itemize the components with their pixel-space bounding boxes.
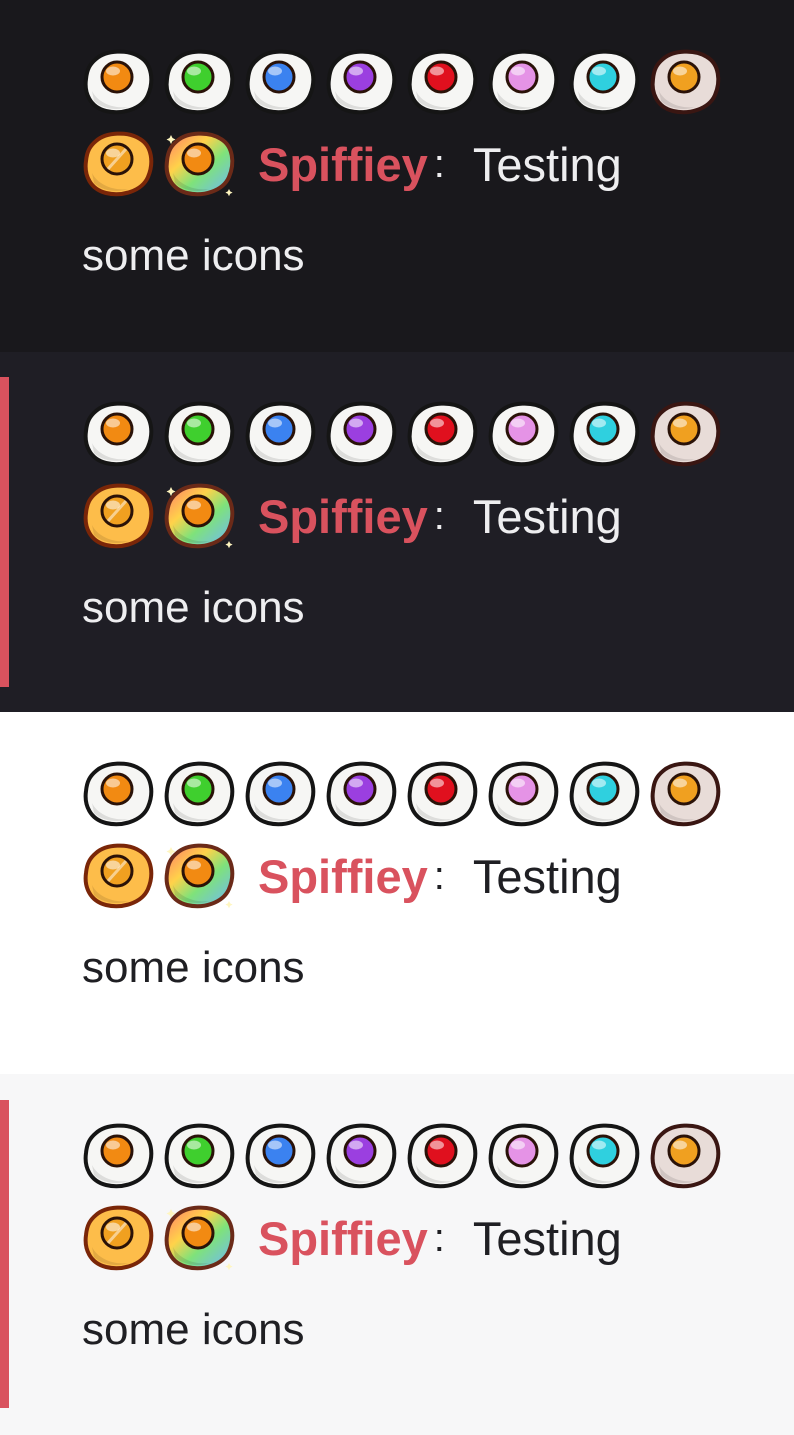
orange-egg-icon (83, 49, 154, 115)
pink-egg-icon (488, 401, 559, 467)
blue-egg-icon (245, 49, 316, 115)
red-egg-icon (407, 761, 478, 827)
green-egg-icon (164, 49, 235, 115)
badge-and-name-row: Spiffiey: Testing (82, 480, 622, 552)
blue-egg-icon (245, 1123, 316, 1189)
red-egg-icon (407, 401, 478, 467)
message-text: Testing (472, 489, 622, 543)
orange-egg-icon (83, 761, 154, 827)
burnt-egg-icon (650, 49, 721, 115)
red-egg-icon (407, 49, 478, 115)
message-text-continued: some icons (82, 583, 305, 632)
cyan-egg-icon (569, 761, 640, 827)
orange-egg-icon (83, 1123, 154, 1189)
message-text: Testing (472, 849, 622, 903)
purple-egg-icon (326, 761, 397, 827)
badge-and-name-row: Spiffiey: Testing (82, 1202, 622, 1274)
chat-message-light-highlighted: Spiffiey: Testing some icons (0, 1074, 794, 1435)
highlight-accent-bar (0, 1100, 9, 1408)
message-separator: : (433, 493, 445, 538)
username[interactable]: Spiffiey (258, 849, 428, 904)
burnt-egg-icon (650, 1123, 721, 1189)
blue-egg-icon (245, 761, 316, 827)
username[interactable]: Spiffiey (258, 1211, 428, 1266)
rainbow-egg-icon (164, 131, 235, 197)
badge-and-name-row: Spiffiey: Testing (82, 840, 622, 912)
message-separator: : (433, 1215, 445, 1260)
pink-egg-icon (488, 1123, 559, 1189)
rainbow-egg-icon (164, 843, 235, 909)
badge-row (82, 47, 723, 119)
badge-and-name-row: Spiffiey: Testing (82, 128, 622, 200)
chat-message-light: Spiffiey: Testing some icons (0, 712, 794, 1074)
purple-egg-icon (326, 401, 397, 467)
burnt-egg-icon (650, 761, 721, 827)
golden-egg-icon (83, 131, 154, 197)
username[interactable]: Spiffiey (258, 489, 428, 544)
badge-row (82, 759, 723, 831)
burnt-egg-icon (650, 401, 721, 467)
pink-egg-icon (488, 49, 559, 115)
message-separator: : (433, 141, 445, 186)
orange-egg-icon (83, 401, 154, 467)
message-text-continued: some icons (82, 231, 305, 280)
purple-egg-icon (326, 49, 397, 115)
green-egg-icon (164, 1123, 235, 1189)
cyan-egg-icon (569, 49, 640, 115)
rainbow-egg-icon (164, 1205, 235, 1271)
blue-egg-icon (245, 401, 316, 467)
badge-row (82, 399, 723, 471)
highlight-accent-bar (0, 377, 9, 687)
cyan-egg-icon (569, 1123, 640, 1189)
message-text-continued: some icons (82, 1305, 305, 1354)
chat-message-dark: Spiffiey: Testing some icons (0, 0, 794, 352)
message-text: Testing (472, 137, 622, 191)
badge-row (82, 1121, 723, 1193)
golden-egg-icon (83, 483, 154, 549)
message-text: Testing (472, 1211, 622, 1265)
message-text-continued: some icons (82, 943, 305, 992)
red-egg-icon (407, 1123, 478, 1189)
pink-egg-icon (488, 761, 559, 827)
purple-egg-icon (326, 1123, 397, 1189)
message-separator: : (433, 853, 445, 898)
green-egg-icon (164, 401, 235, 467)
username[interactable]: Spiffiey (258, 137, 428, 192)
golden-egg-icon (83, 843, 154, 909)
cyan-egg-icon (569, 401, 640, 467)
green-egg-icon (164, 761, 235, 827)
rainbow-egg-icon (164, 483, 235, 549)
chat-message-dark-highlighted: Spiffiey: Testing some icons (0, 352, 794, 712)
golden-egg-icon (83, 1205, 154, 1271)
